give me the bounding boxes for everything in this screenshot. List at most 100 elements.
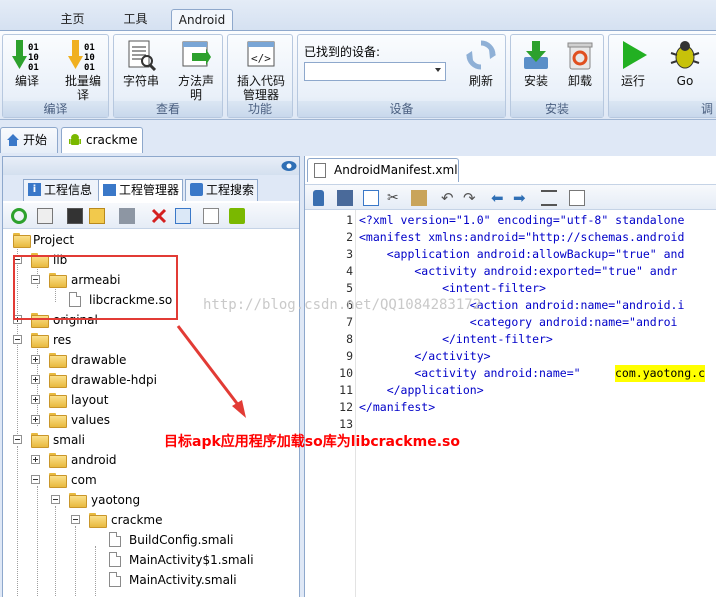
compile-button[interactable]: 01 10 01 编译 xyxy=(5,37,49,88)
install-label: 安装 xyxy=(523,74,548,88)
forward-arrow-icon[interactable]: ➡ xyxy=(513,190,529,206)
tab-project-search[interactable]: 工程搜索 xyxy=(185,179,258,201)
search-icon xyxy=(190,183,203,196)
cut-icon[interactable]: ✂ xyxy=(387,190,403,206)
info-icon: i xyxy=(28,183,41,196)
collapse-icon[interactable] xyxy=(51,495,60,504)
group-label-function: 功能 xyxy=(228,101,292,117)
install-icon xyxy=(524,41,548,69)
collapse-icon[interactable] xyxy=(71,515,80,524)
code-line: </intent-filter> xyxy=(359,332,553,346)
tab-start[interactable]: 开始 xyxy=(0,127,58,153)
ribbon-group-compile: 01 10 01 编译 01 10 01 批量编 译 编译 xyxy=(2,34,109,118)
compile-icon: 011001 xyxy=(12,40,39,71)
expand-icon[interactable] xyxy=(31,375,40,384)
android-build-icon[interactable] xyxy=(229,208,245,224)
code-line: <application android:allowBackup="true" … xyxy=(359,247,685,261)
run-label: 运行 xyxy=(620,74,645,88)
batch-compile-button[interactable]: 01 10 01 批量编 译 xyxy=(59,37,107,102)
insert-code-manager-button[interactable]: </> 插入代码 管理器 xyxy=(230,37,292,102)
xml-file-icon xyxy=(314,163,326,178)
android-icon xyxy=(69,134,81,145)
tree-node-label: yaotong xyxy=(91,493,141,507)
expand-icon[interactable] xyxy=(31,395,40,404)
tab-project-manager[interactable]: 工程管理器 xyxy=(98,179,183,201)
tab-start-label: 开始 xyxy=(23,133,48,147)
rename-icon[interactable] xyxy=(175,208,191,224)
menu-bar: 主页 工具 Android xyxy=(0,0,716,31)
method-decl-icon xyxy=(182,41,211,67)
file-icon[interactable] xyxy=(203,208,219,224)
image-icon[interactable] xyxy=(37,208,53,224)
refresh-button[interactable]: 刷新 xyxy=(459,37,503,88)
undo-icon[interactable]: ↶ xyxy=(441,190,457,206)
tree-node-label: MainActivity$1.smali xyxy=(129,553,254,567)
device-label: 已找到的设备: xyxy=(304,45,381,59)
folder-icon xyxy=(31,333,49,348)
code-line: <intent-filter> xyxy=(359,281,546,295)
code-line: <activity android:exported="true" andr xyxy=(359,264,678,278)
tree-node-label: MainActivity.smali xyxy=(129,573,237,587)
tree-node-label: values xyxy=(71,413,111,427)
method-decl-button[interactable]: 方法声 明 xyxy=(171,37,221,102)
go-label: Go xyxy=(676,74,694,88)
folder-icon xyxy=(49,413,67,428)
lock-icon[interactable] xyxy=(313,190,324,206)
run-button[interactable]: 运行 xyxy=(613,37,653,88)
install-button[interactable]: 安装 xyxy=(515,37,557,88)
menu-tab-tools[interactable]: 工具 xyxy=(108,9,163,30)
go-button[interactable]: Go xyxy=(663,37,707,88)
save-icon[interactable] xyxy=(337,190,353,206)
refresh-tree-icon[interactable] xyxy=(11,208,27,224)
collapse-icon[interactable] xyxy=(13,335,22,344)
svg-text:01: 01 xyxy=(28,43,39,53)
tab-crackme[interactable]: crackme xyxy=(61,127,143,153)
tab-crackme-label: crackme xyxy=(86,133,138,147)
group-label-install: 安装 xyxy=(511,101,603,117)
strings-button[interactable]: 字符串 xyxy=(116,37,166,88)
window-icon[interactable] xyxy=(67,208,83,224)
expand-icon[interactable] xyxy=(31,455,40,464)
eye-icon[interactable] xyxy=(281,160,297,172)
folder-icon xyxy=(49,393,67,408)
paste-icon[interactable] xyxy=(411,190,427,206)
svg-text:01: 01 xyxy=(84,63,95,71)
code-area[interactable]: <?xml version="1.0" encoding="utf-8" sta… xyxy=(305,210,716,597)
strings-icon xyxy=(128,40,157,71)
redo-icon[interactable]: ↷ xyxy=(463,190,479,206)
uninstall-button[interactable]: 卸载 xyxy=(559,37,601,88)
java-icon[interactable] xyxy=(569,190,585,206)
collapse-icon[interactable] xyxy=(31,475,40,484)
tab-androidmanifest[interactable]: AndroidManifest.xml xyxy=(307,158,459,182)
menu-tab-home[interactable]: 主页 xyxy=(45,9,100,30)
delete-icon[interactable] xyxy=(151,208,167,224)
group-label-view: 查看 xyxy=(114,101,222,117)
expand-icon[interactable] xyxy=(31,355,40,364)
menu-tab-android[interactable]: Android xyxy=(171,9,233,31)
watermark: http://blog.csdn.net/QQ1084283172 xyxy=(203,297,482,313)
code-line: <category android:name="androi xyxy=(359,315,678,329)
folder-icon xyxy=(49,453,67,468)
format-icon[interactable] xyxy=(541,190,557,206)
copy-icon[interactable] xyxy=(363,190,379,206)
code-line: </manifest> xyxy=(359,400,436,414)
tab-project-info[interactable]: i 工程信息 xyxy=(23,179,110,201)
code-line: <activity android:name=" xyxy=(359,366,581,380)
svg-text:01: 01 xyxy=(28,63,39,71)
compile-label: 编译 xyxy=(14,74,39,88)
bookmark-icon[interactable] xyxy=(119,208,135,224)
folder-icon xyxy=(49,473,67,488)
back-arrow-icon[interactable]: ⬅ xyxy=(491,190,507,206)
device-select[interactable] xyxy=(304,62,446,81)
expand-icon[interactable] xyxy=(31,415,40,424)
editor-toolbar: ✂ ↶ ↷ ⬅ ➡ xyxy=(305,184,716,210)
chevron-down-icon xyxy=(435,68,441,72)
insert-code-manager-label: 插入代码 管理器 xyxy=(236,74,285,102)
code-line: <?xml version="1.0" encoding="utf-8" sta… xyxy=(359,213,685,227)
code-line: </activity> xyxy=(359,349,491,363)
tab-project-info-label: 工程信息 xyxy=(44,183,93,197)
home-icon xyxy=(7,134,19,146)
find-folder-icon[interactable] xyxy=(89,208,105,224)
uninstall-label: 卸载 xyxy=(567,74,592,88)
collapse-icon[interactable] xyxy=(13,435,22,444)
